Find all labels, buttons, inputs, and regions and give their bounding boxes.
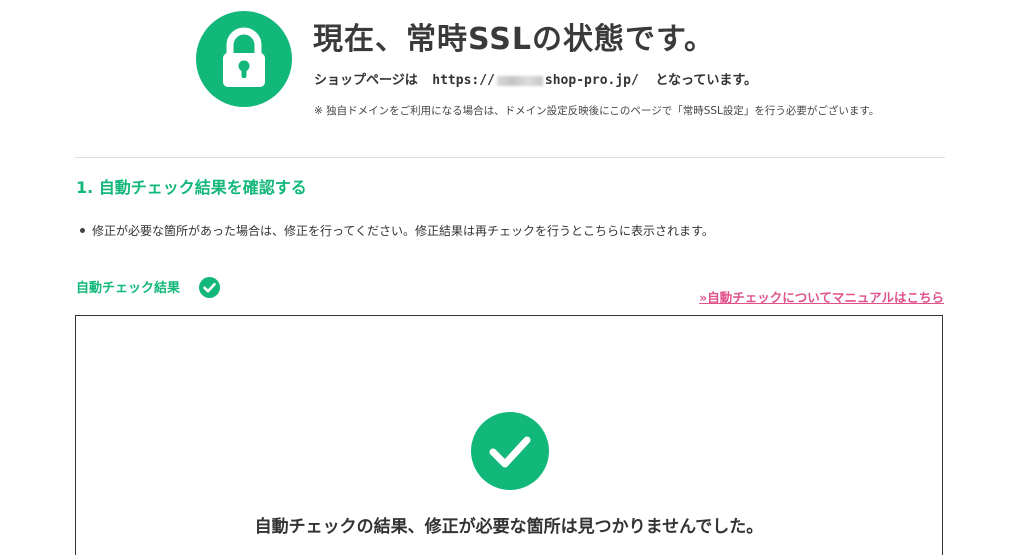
auto-check-result-label: 自動チェック結果	[76, 281, 181, 296]
shop-url-line: ショップページは https:// shop-pro.jp/ となっています。	[314, 69, 757, 88]
page-title: 現在、常時SSLの状態です。	[313, 22, 715, 57]
result-message: 自動チェックの結果、修正が必要な箇所は見つかりませんでした。	[254, 517, 764, 537]
bullet-dot	[80, 228, 85, 233]
lock-icon	[196, 11, 292, 107]
check-icon	[199, 277, 220, 298]
instruction-bullet: 修正が必要な箇所があった場合は、修正を行ってください。修正結果は再チェックを行う…	[80, 222, 714, 239]
shop-url: https:// shop-pro.jp/	[432, 73, 639, 88]
custom-domain-note: ※ 独自ドメインをご利用になる場合は、ドメイン設定反映後にこのページで「常時SS…	[314, 105, 880, 117]
url-start: https://	[432, 73, 495, 88]
section-heading: 1. 自動チェック結果を確認する	[76, 178, 307, 197]
blurred-subdomain	[496, 75, 543, 86]
ssl-status-page: 現在、常時SSLの状態です。 ショップページは https:// shop-pro…	[0, 0, 1024, 555]
auto-check-manual-link[interactable]: »自動チェックについてマニュアルはこちら	[699, 287, 944, 306]
divider	[75, 157, 945, 158]
auto-check-result-box: 自動チェックの結果、修正が必要な箇所は見つかりませんでした。	[75, 315, 943, 555]
instruction-text: 修正が必要な箇所があった場合は、修正を行ってください。修正結果は再チェックを行う…	[92, 224, 714, 238]
url-domain: shop-pro.jp/	[544, 73, 639, 88]
url-suffix: となっています。	[655, 73, 758, 88]
url-prefix: ショップページは	[314, 73, 418, 88]
success-check-icon	[471, 412, 549, 490]
